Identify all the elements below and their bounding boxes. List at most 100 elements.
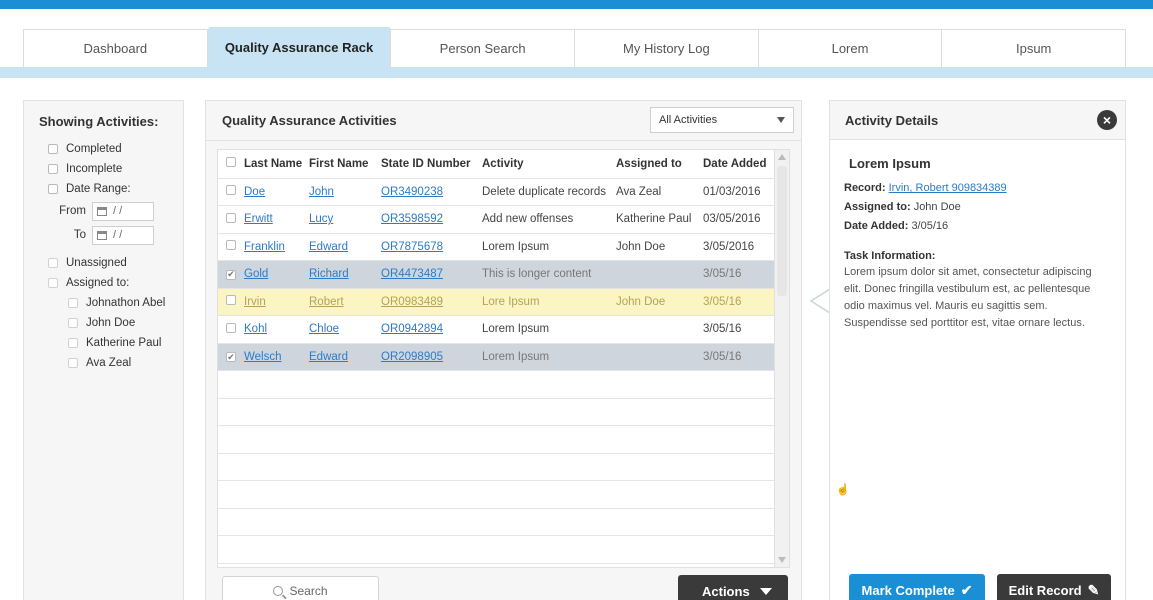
- cell-first-name[interactable]: John: [305, 178, 377, 206]
- cell-state-id[interactable]: OR2098905: [377, 343, 478, 371]
- cell-first-name[interactable]: Richard: [305, 260, 377, 289]
- checkbox[interactable]: [68, 318, 78, 328]
- activities-title: Quality Assurance Activities: [222, 113, 397, 128]
- row-checkbox[interactable]: [218, 233, 240, 261]
- filter-person[interactable]: Ava Zeal: [48, 353, 183, 373]
- table-row[interactable]: Irvin Robert OR0983489 Lore Ipsum John Doe 3/…: [218, 288, 774, 316]
- cell-state-id[interactable]: OR0942894: [377, 315, 478, 344]
- filter-assigned-to[interactable]: Assigned to:: [48, 273, 183, 293]
- tab-lorem[interactable]: Lorem: [759, 30, 943, 67]
- cell-last-name[interactable]: Welsch: [240, 343, 305, 371]
- mark-complete-button[interactable]: Mark Complete ✔: [849, 574, 985, 600]
- table-row[interactable]: Doe John OR3490238 Delete duplicate records…: [218, 178, 774, 206]
- pencil-icon: ✎: [1087, 582, 1100, 598]
- checkbox[interactable]: [48, 144, 58, 154]
- scroll-down-icon[interactable]: [778, 557, 786, 563]
- tab-ipsum[interactable]: Ipsum: [942, 30, 1125, 67]
- record-link[interactable]: Irvin, Robert 909834389: [889, 182, 1007, 194]
- cell-first-name[interactable]: Lucy: [305, 205, 377, 234]
- filter-completed[interactable]: Completed: [48, 139, 183, 159]
- close-icon[interactable]: ×: [1097, 110, 1117, 130]
- tab-quality-assurance-rack[interactable]: Quality Assurance Rack: [207, 27, 392, 68]
- tab-dashboard[interactable]: Dashboard: [24, 30, 208, 67]
- column-header[interactable]: Activity: [478, 150, 612, 179]
- details-header: Activity Details ×: [830, 101, 1125, 140]
- select-all-checkbox[interactable]: [218, 150, 240, 179]
- table-row[interactable]: Kohl Chloe OR0942894 Lorem Ipsum 3/05/16: [218, 315, 774, 344]
- cell-activity: Lorem Ipsum: [478, 233, 612, 261]
- filter-person[interactable]: Katherine Paul: [48, 333, 183, 353]
- cell-last-name[interactable]: Irvin: [240, 288, 305, 316]
- cell-first-name[interactable]: Edward: [305, 343, 377, 371]
- checkbox[interactable]: [48, 164, 58, 174]
- cell-last-name[interactable]: Erwitt: [240, 205, 305, 234]
- table-row[interactable]: ✔ Gold Richard OR4473487 This is longer cont…: [218, 260, 774, 289]
- cell-state-id[interactable]: OR3490238: [377, 178, 478, 206]
- main-tabs: Dashboard Quality Assurance Rack Person …: [23, 27, 1126, 68]
- cell-first-name[interactable]: Chloe: [305, 315, 377, 344]
- cell-last-name[interactable]: Franklin: [240, 233, 305, 261]
- row-checkbox[interactable]: ✔: [218, 260, 240, 289]
- empty-table-row: [218, 370, 774, 399]
- cell-assigned-to: [612, 260, 699, 289]
- edit-record-button[interactable]: Edit Record ✎: [997, 574, 1111, 600]
- row-checkbox[interactable]: [218, 315, 240, 344]
- table-row[interactable]: ✔ Welsch Edward OR2098905 Lorem Ipsum 3/05/16: [218, 343, 774, 371]
- cell-first-name[interactable]: Edward: [305, 233, 377, 261]
- actions-button[interactable]: Actions: [678, 575, 788, 600]
- top-accent-bar: [0, 0, 1153, 9]
- column-header[interactable]: Last Name: [240, 150, 305, 179]
- cell-assigned-to: [612, 343, 699, 371]
- row-checkbox[interactable]: [218, 178, 240, 206]
- cell-state-id[interactable]: OR4473487: [377, 260, 478, 289]
- table-scrollbar[interactable]: [774, 150, 789, 567]
- cell-state-id[interactable]: OR7875678: [377, 233, 478, 261]
- cell-last-name[interactable]: Doe: [240, 178, 305, 206]
- checkbox[interactable]: [48, 278, 58, 288]
- chevron-down-icon: [777, 117, 785, 123]
- date-from-field[interactable]: / /: [92, 201, 154, 221]
- column-header[interactable]: State ID Number: [377, 150, 478, 179]
- date-from-row: From / /: [48, 199, 183, 223]
- column-header[interactable]: Date Added: [699, 150, 774, 179]
- activity-filter-select[interactable]: All Activities: [650, 107, 794, 133]
- checkbox[interactable]: [68, 298, 78, 308]
- cell-assigned-to: John Doe: [612, 288, 699, 316]
- checkbox[interactable]: [48, 184, 58, 194]
- cell-state-id[interactable]: OR3598592: [377, 205, 478, 234]
- detail-date-added: Date Added: 3/05/16: [844, 220, 949, 232]
- checkbox[interactable]: [48, 258, 58, 268]
- cell-first-name[interactable]: Robert: [305, 288, 377, 316]
- date-to-field[interactable]: / /: [92, 225, 154, 245]
- cell-activity: Delete duplicate records: [478, 178, 612, 206]
- cell-last-name[interactable]: Gold: [240, 260, 305, 289]
- filter-unassigned[interactable]: Unassigned: [48, 253, 183, 273]
- filter-date-range[interactable]: Date Range:: [48, 179, 183, 199]
- row-checkbox[interactable]: [218, 288, 240, 316]
- tab-person-search[interactable]: Person Search: [391, 30, 576, 67]
- row-checkbox[interactable]: [218, 205, 240, 234]
- empty-table-row: [218, 425, 774, 454]
- empty-table-row: [218, 535, 774, 564]
- checkbox[interactable]: [68, 358, 78, 368]
- filter-person[interactable]: Johnathon Abel: [48, 293, 183, 313]
- scroll-up-icon[interactable]: [778, 154, 786, 160]
- row-checkbox[interactable]: ✔: [218, 343, 240, 371]
- column-header[interactable]: Assigned to: [612, 150, 699, 179]
- activities-panel: Quality Assurance Activities All Activit…: [205, 100, 802, 600]
- checkbox[interactable]: [68, 338, 78, 348]
- table-row[interactable]: Erwitt Lucy OR3598592 Add new offenses Kathe…: [218, 205, 774, 234]
- tab-my-history-log[interactable]: My History Log: [575, 30, 759, 67]
- column-header[interactable]: First Name: [305, 150, 377, 179]
- search-input[interactable]: Search: [222, 576, 379, 600]
- cell-state-id[interactable]: OR0983489: [377, 288, 478, 316]
- detail-record: Record: Irvin, Robert 909834389: [844, 182, 1007, 194]
- scroll-thumb[interactable]: [777, 166, 787, 296]
- cell-activity: Lore Ipsum: [478, 288, 612, 316]
- table-row[interactable]: Franklin Edward OR7875678 Lorem Ipsum John D…: [218, 233, 774, 261]
- filter-incomplete[interactable]: Incomplete: [48, 159, 183, 179]
- cell-last-name[interactable]: Kohl: [240, 315, 305, 344]
- cell-date-added: 3/05/16: [699, 260, 774, 289]
- filter-person[interactable]: John Doe: [48, 313, 183, 333]
- activity-details-panel: Activity Details × Lorem Ipsum Record: I…: [829, 100, 1126, 600]
